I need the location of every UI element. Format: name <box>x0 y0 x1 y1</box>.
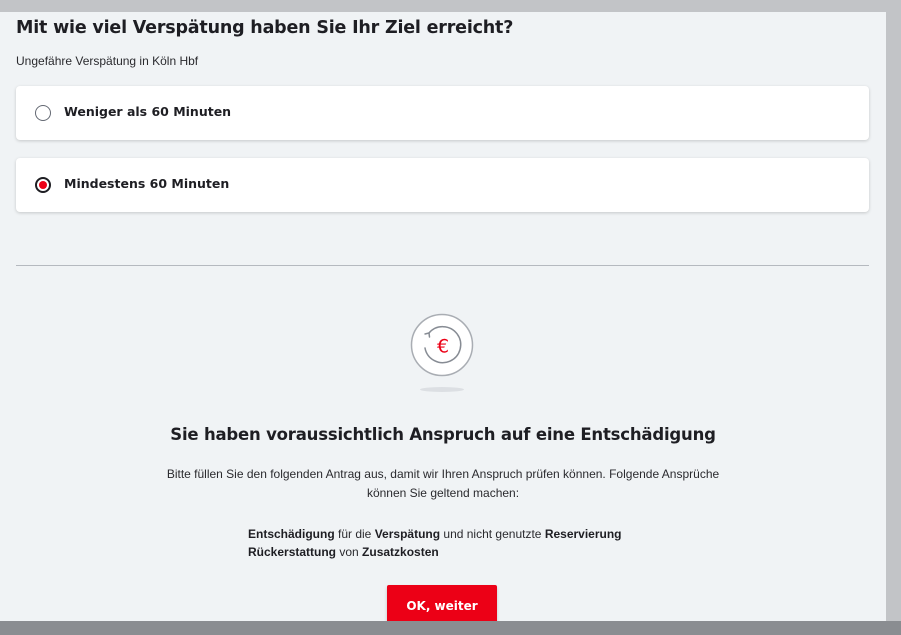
radio-button-unchecked[interactable] <box>35 105 51 121</box>
result-title: Sie haben voraussichtlich Anspruch auf e… <box>170 425 716 444</box>
result-description: Bitte füllen Sie den folgenden Antrag au… <box>166 467 720 500</box>
option-at-least-60[interactable]: Mindestens 60 Minuten <box>16 158 869 212</box>
divider <box>16 265 869 266</box>
radio-dot-icon <box>39 181 47 189</box>
window-bottom-edge <box>0 621 901 635</box>
icon-shadow <box>420 387 464 392</box>
option-label: Weniger als 60 Minuten <box>64 104 232 119</box>
main-panel: Mit wie viel Verspätung haben Sie Ihr Zi… <box>0 12 886 621</box>
claim-text: und nicht genutzte <box>440 527 545 541</box>
window-edge <box>886 12 901 621</box>
claim-line: Rückerstattung von Zusatzkosten <box>248 544 622 562</box>
ok-continue-button[interactable]: OK, weiter <box>387 585 497 621</box>
question-title: Mit wie viel Verspätung haben Sie Ihr Zi… <box>16 18 514 38</box>
claim-text: für die <box>334 527 375 541</box>
claim-keyword: Entschädigung <box>248 527 335 541</box>
claim-line: Entschädigung für die Verspätung und nic… <box>248 526 622 544</box>
radio-button-checked[interactable] <box>35 177 51 193</box>
claim-keyword: Rückerstattung <box>248 544 337 559</box>
svg-text:€: € <box>437 336 449 358</box>
claim-text: von <box>336 544 363 559</box>
claim-keyword: Zusatzkosten <box>362 544 439 559</box>
claim-keyword: Reservierung <box>544 527 622 541</box>
euro-refund-icon: € <box>410 313 474 377</box>
option-label: Mindestens 60 Minuten <box>64 176 230 191</box>
question-subtitle: Ungefähre Verspätung in Köln Hbf <box>16 54 199 68</box>
claims-list: Entschädigung für die Verspätung und nic… <box>248 526 622 561</box>
claim-keyword: Verspätung <box>374 527 441 541</box>
option-less-than-60[interactable]: Weniger als 60 Minuten <box>16 86 869 140</box>
